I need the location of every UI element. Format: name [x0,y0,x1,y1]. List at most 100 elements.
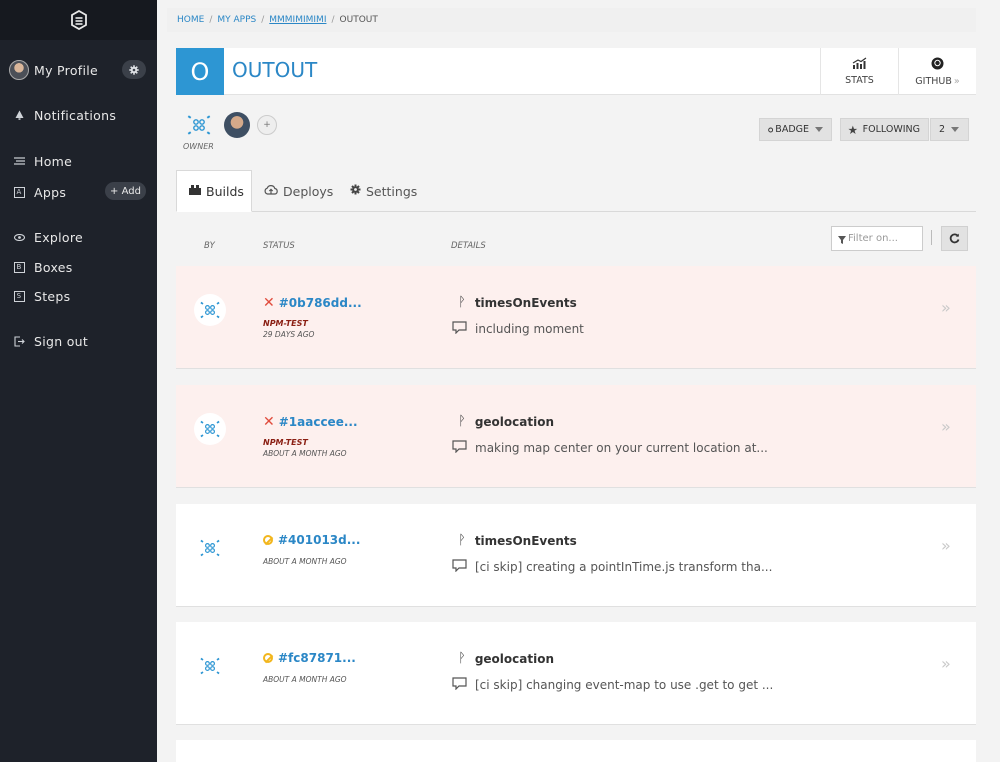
comment-icon [452,559,467,575]
chevron-right-icon[interactable]: » [941,298,951,317]
failed-step-name: NPM-TEST [263,319,308,328]
skipped-icon [263,653,273,663]
branch-icon: ᚹ [458,651,466,666]
builds-icon [189,184,201,198]
tab-label: Settings [366,183,418,199]
app-header: O OUTOUT STATS GITHUB» [176,48,976,95]
branch-label: timesOnEvents [474,295,577,310]
commit-message: including moment [452,321,584,337]
commit-message-text: [ci skip] changing event-map to use .get… [475,678,774,692]
sidebar-item-label: Notifications [34,107,117,123]
breadcrumb-separator: / [209,15,213,25]
filter-icon [838,236,846,244]
branch-icon: ᚹ [458,414,466,429]
sidebar: My Profile Notifications Home A Apps + A… [0,0,157,762]
sidebar-item-notifications[interactable]: Notifications [0,103,157,127]
branch-label: geolocation [474,414,554,429]
apps-box-icon: A [13,186,25,198]
chevron-right-icon[interactable]: » [941,417,951,436]
following-button[interactable]: FOLLOWING [840,118,929,141]
sidebar-item-label: Apps [34,184,67,200]
tab-label: Builds [206,183,244,199]
build-row[interactable]: #401013d... ABOUT A MONTH AGO ᚹ timesOnEv… [176,504,976,607]
github-button[interactable]: GITHUB» [898,48,976,95]
tab-label: Deploys [283,183,334,199]
sign-out-icon [12,335,26,347]
branch-label: timesOnEvents [474,533,577,548]
filter-input[interactable]: Filter on... [831,226,923,251]
build-row[interactable]: ✕ #1aaccee... NPM-TEST ABOUT A MONTH AGO … [176,385,976,488]
column-header-status: STATUS [263,241,295,251]
sidebar-item-label: Sign out [34,333,89,349]
sidebar-item-label: My Profile [34,62,99,78]
build-id-link[interactable]: #401013d... [263,533,360,547]
commit-message: [ci skip] creating a pointInTime.js tran… [452,559,772,575]
sidebar-item-explore[interactable]: Explore [0,225,157,249]
commit-message-text: including moment [475,322,584,336]
commit-message: making map center on your current locati… [452,440,768,456]
tab-bar: Builds Deploys Settings [176,170,976,212]
build-id-link[interactable]: ✕ #0b786dd... [263,295,362,311]
github-label: GITHUB [915,75,952,87]
build-id: #401013d... [278,533,361,547]
build-time: ABOUT A MONTH AGO [263,449,347,458]
wercker-logo[interactable] [0,0,157,40]
build-id: #fc87871... [278,651,356,665]
failed-step-name: NPM-TEST [263,438,308,447]
breadcrumb-owner[interactable]: MMMIMIMIMI [269,15,326,25]
sidebar-item-steps[interactable]: S Steps [0,284,157,308]
comment-icon [452,677,467,693]
failed-x-icon: ✕ [263,295,275,311]
owner-logo-icon [194,532,226,564]
sidebar-item-home[interactable]: Home [0,149,157,173]
build-row[interactable] [176,740,976,762]
sidebar-item-label: Home [34,153,73,169]
cloud-upload-icon [264,184,278,198]
build-row[interactable]: #fc87871... ABOUT A MONTH AGO ᚹ geolocati… [176,622,976,725]
github-raquo: » [953,75,960,87]
comment-icon [452,321,467,337]
badge-button[interactable]: BADGE [759,118,832,141]
branch-name: ᚹ timesOnEvents [458,533,577,548]
stats-button[interactable]: STATS [820,48,898,95]
badge-label: BADGE [775,124,809,135]
add-app-button[interactable]: + Add [105,182,146,200]
build-id: #0b786dd... [278,296,362,310]
build-id-link[interactable]: #fc87871... [263,651,356,665]
chevron-down-icon [951,127,960,132]
avatar[interactable] [224,112,250,138]
tab-settings[interactable]: Settings [338,170,424,212]
profile-settings-button[interactable] [122,60,146,79]
followers-count-dropdown[interactable]: 2 [930,118,969,141]
build-time: ABOUT A MONTH AGO [263,557,347,566]
add-member-button[interactable]: + [257,115,277,135]
failed-x-icon: ✕ [263,414,275,430]
sidebar-item-label: Explore [34,229,84,245]
build-row[interactable]: ✕ #0b786dd... NPM-TEST 29 DAYS AGO ᚹ times… [176,266,976,369]
eye-icon [12,233,26,241]
refresh-button[interactable] [941,226,968,251]
build-id-link[interactable]: ✕ #1aaccee... [263,414,358,430]
home-lines-icon [12,157,26,165]
owner-logo-icon [194,413,226,445]
sidebar-item-boxes[interactable]: B Boxes [0,255,157,279]
sidebar-item-label: Boxes [34,259,73,275]
sidebar-item-sign-out[interactable]: Sign out [0,329,157,353]
gear-icon [129,64,139,75]
tab-deploys[interactable]: Deploys [252,170,340,212]
gear-icon [350,184,361,198]
page-title: OUTOUT [232,58,318,82]
chevron-right-icon[interactable]: » [941,654,951,673]
branch-label: geolocation [474,651,554,666]
stats-icon [852,57,866,69]
column-header-by: BY [204,241,215,251]
build-id: #1aaccee... [278,415,358,429]
owner-logo-icon[interactable] [185,112,213,138]
chevron-right-icon[interactable]: » [941,536,951,555]
breadcrumb-my-apps[interactable]: MY APPS [217,15,256,25]
chevron-down-icon [815,127,823,132]
breadcrumb-home[interactable]: HOME [177,15,204,25]
refresh-icon [949,233,960,244]
followers-count: 2 [939,124,946,135]
tab-builds[interactable]: Builds [176,170,252,212]
